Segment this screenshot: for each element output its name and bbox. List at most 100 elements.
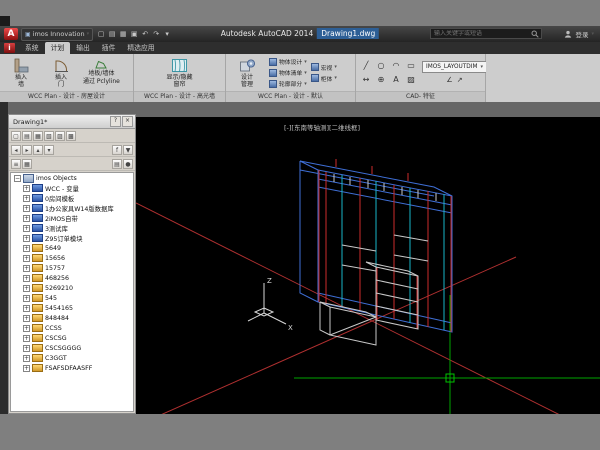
tree-expander[interactable]: + (23, 225, 30, 232)
tree-item[interactable]: +CSCSGGGG (11, 343, 133, 353)
tree-root[interactable]: − imos Objects (11, 173, 133, 183)
menu-item-轮廓部分[interactable]: 轮廓部分▾ (269, 79, 307, 88)
qat-caret-icon[interactable]: ▾ (162, 29, 172, 40)
tree-item[interactable]: +1办公家具W14版数据库 (11, 203, 133, 213)
insert-wall-button[interactable]: 插入 墙 (3, 58, 39, 88)
menu-item-宏视[interactable]: 宏视▾ (311, 63, 337, 72)
ribbon-tab-输出[interactable]: 输出 (70, 42, 96, 54)
up-icon[interactable]: ▴ (33, 145, 43, 155)
tree-expander[interactable]: + (23, 185, 30, 192)
tree-expander[interactable]: + (23, 235, 30, 242)
open-icon[interactable]: ▤ (22, 131, 32, 141)
redo-icon[interactable]: ↷ (151, 29, 161, 40)
palette-tab-drawing1[interactable]: Drawing1* (9, 118, 51, 126)
tree-item[interactable]: +2iMOS自带 (11, 213, 133, 223)
plot-icon[interactable]: ▣ (129, 29, 139, 40)
refresh-icon[interactable]: ▾ (44, 145, 54, 155)
tree-item[interactable]: +848484 (11, 313, 133, 323)
drawing-canvas[interactable]: [-][东南等轴测][二维线框] (136, 117, 600, 414)
tree-expander[interactable]: + (23, 315, 30, 322)
tree-item[interactable]: +Z95订单模块 (11, 233, 133, 243)
design-manager-button[interactable]: 设计 管理 (229, 58, 265, 88)
palette-close-button[interactable]: × (122, 116, 133, 127)
forward-icon[interactable]: ▸ (22, 145, 32, 155)
tree-expander[interactable]: + (23, 195, 30, 202)
tree-expander[interactable]: + (23, 335, 30, 342)
cut-icon[interactable]: ▧ (44, 131, 54, 141)
catalog-icon[interactable]: ▤ (112, 159, 122, 169)
tree-item[interactable]: +468256 (11, 273, 133, 283)
ribbon-tab-系统[interactable]: 系统 (19, 42, 45, 54)
tree-expander[interactable]: + (23, 325, 30, 332)
angular-dimension-icon[interactable]: ∠ (446, 76, 452, 84)
hatch-icon[interactable]: ▨ (404, 73, 418, 86)
workspace-switcher[interactable]: ▣ imos Innovation ▾ (21, 28, 93, 41)
insert-door-button[interactable]: 插入 门 (43, 58, 79, 88)
tree-expander[interactable]: + (23, 355, 30, 362)
tree-item[interactable]: +3测试库 (11, 223, 133, 233)
open-icon[interactable]: ▤ (107, 29, 117, 40)
circle-icon[interactable]: ○ (374, 59, 388, 72)
floor-wall-by-polyline-button[interactable]: 地板/墙体 通过 Pclyline (83, 60, 120, 85)
tree-expander[interactable]: − (14, 175, 21, 182)
signin-area[interactable]: 登录 ▾ (564, 26, 594, 42)
tree-item[interactable]: +15656 (11, 253, 133, 263)
new-icon[interactable]: ▢ (11, 131, 21, 141)
search-icon[interactable]: ● (123, 159, 133, 169)
save-icon[interactable]: ▦ (118, 29, 128, 40)
grid-view-icon[interactable]: ▦ (22, 159, 32, 169)
tree-expander[interactable]: + (23, 255, 30, 262)
line-icon[interactable]: ╱ (359, 59, 373, 72)
menu-item-物体清单[interactable]: 物体清单▾ (269, 68, 307, 77)
tree-expander[interactable]: + (23, 245, 30, 252)
tree-expander[interactable]: + (23, 295, 30, 302)
tree-expander[interactable]: + (23, 265, 30, 272)
menu-item-物体设计[interactable]: 物体设计▾ (269, 57, 307, 66)
center-mark-icon[interactable]: ⊕ (374, 73, 388, 86)
palette-help-button[interactable]: ? (110, 116, 121, 127)
tree-item[interactable]: +5269210 (11, 283, 133, 293)
tree-expander[interactable]: + (23, 275, 30, 282)
tree-item[interactable]: +FSAFSDFAASFF (11, 363, 133, 373)
ucs-icon[interactable]: Z X (248, 277, 293, 332)
qnew-icon[interactable]: ▢ (96, 29, 106, 40)
tree-item[interactable]: +CCSS (11, 323, 133, 333)
save-icon[interactable]: ▦ (33, 131, 43, 141)
dimstyle-combo[interactable]: IMOS_LAYOUTDIM ▾ (422, 61, 487, 73)
tree-item[interactable]: +C3GGT (11, 353, 133, 363)
tree-expander[interactable]: + (23, 205, 30, 212)
menu-item-柜体[interactable]: 柜体▾ (311, 74, 337, 83)
tree-item[interactable]: +545 (11, 293, 133, 303)
paste-icon[interactable]: ▩ (66, 131, 76, 141)
linear-dimension-icon[interactable]: ↔ (359, 73, 373, 86)
arc-icon[interactable]: ◠ (389, 59, 403, 72)
text-icon[interactable]: A (389, 73, 403, 86)
tree-item[interactable]: +5454165 (11, 303, 133, 313)
leader-icon[interactable]: ↗ (457, 76, 463, 84)
tree-expander[interactable]: + (23, 305, 30, 312)
search-input[interactable] (431, 30, 531, 37)
imos-app-icon[interactable]: i (4, 43, 15, 53)
tree-item[interactable]: +15757 (11, 263, 133, 273)
tree-item[interactable]: +WCC - 变量 (11, 183, 133, 193)
ribbon-tab-插件[interactable]: 插件 (96, 42, 122, 54)
ribbon-tab-计划[interactable]: 计划 (45, 42, 71, 54)
tree-expander[interactable]: + (23, 285, 30, 292)
tree-expander[interactable]: + (23, 365, 30, 372)
rectangle-icon[interactable]: ▭ (404, 59, 418, 72)
tree-expander[interactable]: + (23, 215, 30, 222)
tree-item[interactable]: +CSCSG (11, 333, 133, 343)
app-menu-button[interactable]: A (4, 28, 18, 40)
copy-icon[interactable]: ▨ (55, 131, 65, 141)
tree-expander[interactable]: + (23, 345, 30, 352)
undo-icon[interactable]: ↶ (140, 29, 150, 40)
tree-item[interactable]: +0房间模板 (11, 193, 133, 203)
show-hide-curtain-button[interactable]: 显示/隐藏 窗帘 (157, 58, 203, 88)
back-icon[interactable]: ◂ (11, 145, 21, 155)
search-icon[interactable] (531, 30, 539, 38)
ribbon-tab-精选应用[interactable]: 精选应用 (121, 42, 160, 54)
function-icon[interactable]: f (112, 145, 122, 155)
list-view-icon[interactable]: ≡ (11, 159, 21, 169)
tree-item[interactable]: +5649 (11, 243, 133, 253)
filter-icon[interactable]: ▼ (123, 145, 133, 155)
